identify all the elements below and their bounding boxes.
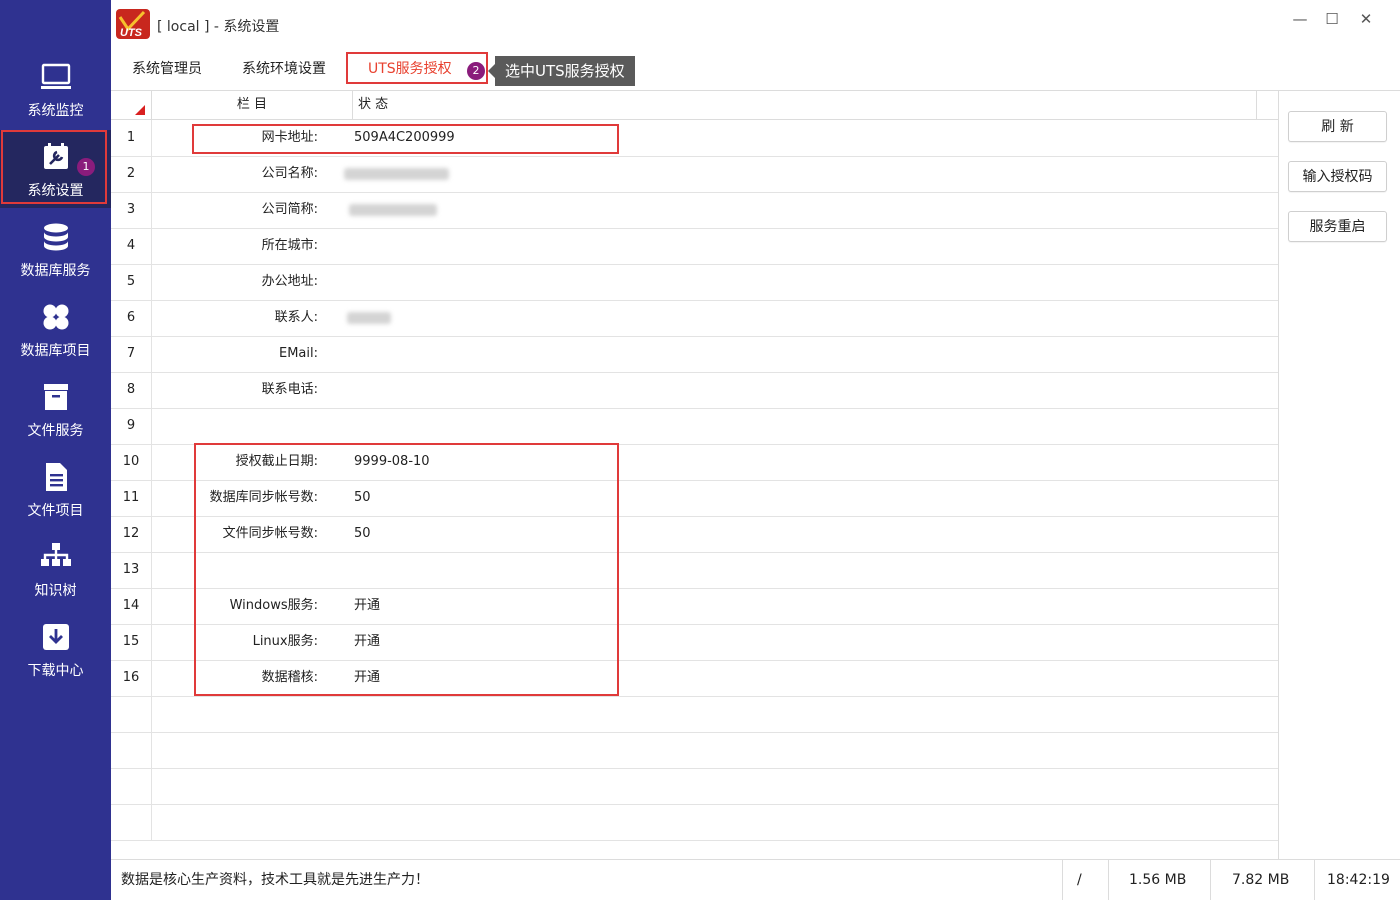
- field-label: 公司名称:: [261, 166, 318, 181]
- row-number: 10: [111, 444, 152, 480]
- column-header-field: 栏 目: [151, 91, 353, 119]
- title-bar: UTS [ local ] - 系统设置 — ☐ ✕: [111, 0, 1400, 46]
- sidebar-item-label: 文件项目: [27, 503, 84, 519]
- sidebar-item-label: 文件服务: [27, 423, 84, 439]
- field-label: 联系人:: [274, 310, 318, 325]
- row-number: 5: [111, 264, 152, 300]
- grid-header: 栏 目 状 态: [111, 91, 1278, 120]
- redacted-value: [347, 312, 391, 324]
- refresh-button[interactable]: 刷 新: [1288, 111, 1387, 142]
- header-divider: [1256, 91, 1257, 119]
- maximize-button[interactable]: ☐: [1320, 10, 1344, 30]
- status-divider: [1108, 860, 1109, 900]
- status-divider: [1210, 860, 1211, 900]
- row-number: 11: [111, 480, 152, 516]
- row-number: 2: [111, 156, 152, 192]
- status-message: 数据是核心生产资料，技术工具就是先进生产力！: [121, 872, 429, 888]
- row-number: 14: [111, 588, 152, 624]
- sidebar-item-label: 知识树: [34, 583, 77, 599]
- status-divider: [1314, 860, 1315, 900]
- row-number: 9: [111, 408, 152, 444]
- clock: 18:42:19: [1327, 872, 1390, 888]
- license-grid: 栏 目 状 态 1 网卡地址: 509A4C200999 2 公司名称: 3 公司简称: 4 所…: [111, 91, 1279, 859]
- sidebar-item-system-monitor[interactable]: 系统监控: [0, 50, 111, 128]
- row-number: 16: [111, 660, 152, 696]
- row-number: [111, 768, 152, 804]
- sidebar-item-file-project[interactable]: 文件项目: [0, 450, 111, 528]
- memory-usage-2: 7.82 MB: [1232, 872, 1290, 888]
- row-number: 3: [111, 192, 152, 228]
- row-number: 15: [111, 624, 152, 660]
- field-label: 公司简称:: [261, 202, 318, 217]
- table-row[interactable]: [111, 768, 1278, 805]
- table-row[interactable]: 3 公司简称:: [111, 192, 1278, 229]
- row-number: [111, 696, 152, 732]
- status-bar: 数据是核心生产资料，技术工具就是先进生产力！ / 1.56 MB 7.82 MB…: [111, 859, 1400, 901]
- tab-system-environment[interactable]: 系统环境设置: [242, 58, 326, 78]
- grid-clover-icon: [43, 304, 68, 330]
- sidebar-item-database-service[interactable]: 数据库服务: [0, 210, 111, 288]
- sidebar-item-label: 数据库服务: [20, 263, 91, 279]
- logo-text: UTS: [120, 27, 143, 39]
- tab-bar: 系统管理员 系统环境设置 UTS服务授权 2 选中UTS服务授权: [111, 46, 1400, 91]
- field-label: 办公地址:: [261, 274, 318, 289]
- table-row[interactable]: 6 联系人:: [111, 300, 1278, 337]
- restart-service-button[interactable]: 服务重启: [1288, 211, 1387, 242]
- row-number: 6: [111, 300, 152, 336]
- redacted-value: [344, 168, 449, 180]
- column-header-value: 状 态: [358, 97, 389, 112]
- table-row[interactable]: [111, 732, 1278, 769]
- mac-address-highlight-box: [192, 124, 619, 154]
- table-row[interactable]: [111, 696, 1278, 733]
- tab-system-admin[interactable]: 系统管理员: [132, 58, 202, 78]
- memory-usage-1: 1.56 MB: [1129, 872, 1187, 888]
- sidebar-item-download-center[interactable]: 下载中心: [0, 610, 111, 688]
- org-tree-icon: [40, 543, 71, 566]
- row-number: [111, 804, 152, 840]
- field-label: 所在城市:: [261, 238, 318, 253]
- tooltip: 选中UTS服务授权: [488, 56, 635, 86]
- monitor-icon: [40, 63, 71, 89]
- sidebar-item-label: 下载中心: [27, 663, 84, 679]
- minimize-button[interactable]: —: [1288, 10, 1312, 30]
- enter-license-code-button[interactable]: 输入授权码: [1288, 161, 1387, 192]
- table-row[interactable]: 8 联系电话:: [111, 372, 1278, 409]
- close-button[interactable]: ✕: [1354, 10, 1378, 30]
- sidebar-item-label: 系统监控: [27, 103, 84, 119]
- sidebar-item-database-project[interactable]: 数据库项目: [0, 290, 111, 368]
- sidebar-item-knowledge-tree[interactable]: 知识树: [0, 530, 111, 608]
- row-number: 12: [111, 516, 152, 552]
- row-number: [111, 732, 152, 768]
- redacted-value: [349, 204, 437, 216]
- table-row[interactable]: 2 公司名称:: [111, 156, 1278, 193]
- step-badge: 2: [467, 62, 485, 80]
- status-divider: [1062, 860, 1063, 900]
- field-label: EMail:: [279, 346, 318, 361]
- window-title: [ local ] - 系统设置: [157, 19, 280, 35]
- table-row[interactable]: 9: [111, 408, 1278, 445]
- table-row[interactable]: 4 所在城市:: [111, 228, 1278, 265]
- row-number: 7: [111, 336, 152, 372]
- row-number: 13: [111, 552, 152, 588]
- table-row[interactable]: 5 办公地址:: [111, 264, 1278, 301]
- file-list-icon: [45, 463, 67, 491]
- sidebar-item-label: 数据库项目: [20, 343, 91, 359]
- row-number: 1: [111, 120, 152, 156]
- sidebar-highlight-box: [1, 130, 107, 204]
- license-details-highlight-box: [194, 443, 619, 696]
- table-row[interactable]: [111, 804, 1278, 841]
- row-number: 8: [111, 372, 152, 408]
- table-row[interactable]: 7 EMail:: [111, 336, 1278, 373]
- row-number: 4: [111, 228, 152, 264]
- select-all-corner-icon[interactable]: [135, 105, 145, 115]
- field-label: 联系电话:: [261, 382, 318, 397]
- database-icon: [43, 223, 68, 251]
- sidebar-item-file-service[interactable]: 文件服务: [0, 370, 111, 448]
- download-icon: [42, 624, 69, 650]
- sidebar: 系统监控 系统设置 1 数据库服务 数据库项目 文件服务 文件项目 知识树 下载…: [0, 0, 111, 900]
- field-label: [151, 408, 318, 444]
- app-logo-icon: UTS: [116, 9, 150, 39]
- file-box-icon: [43, 384, 68, 410]
- status-separator: /: [1077, 872, 1082, 888]
